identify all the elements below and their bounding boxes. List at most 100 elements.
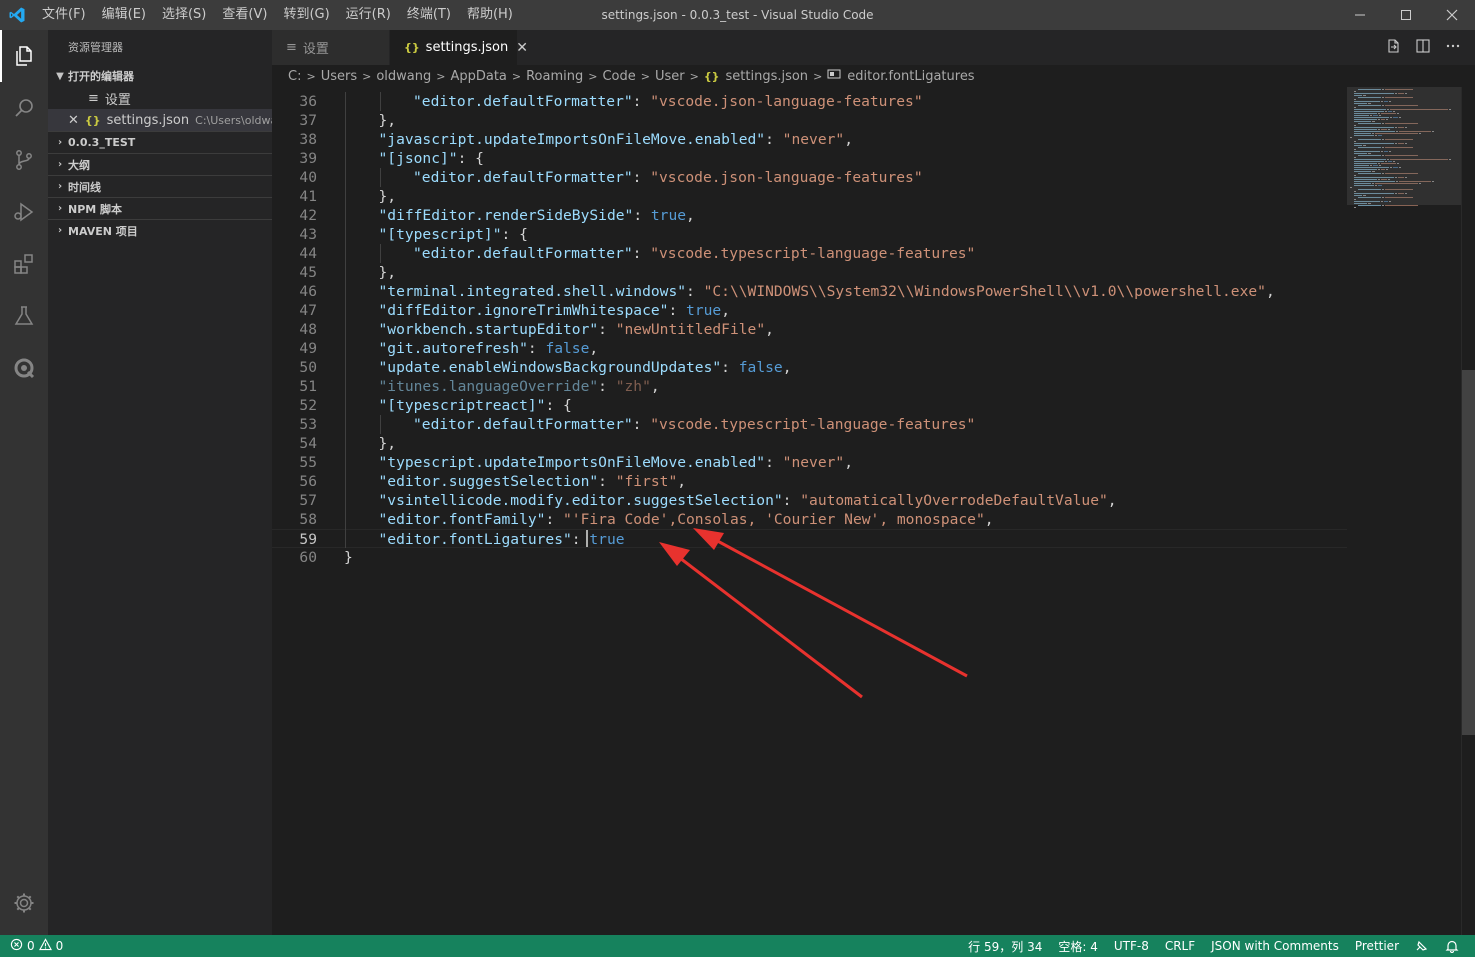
manage-settings-button[interactable] xyxy=(0,877,48,929)
close-editor-icon[interactable]: ✕ xyxy=(68,113,79,128)
feedback-button[interactable] xyxy=(1407,939,1437,953)
code-line[interactable]: 36 "editor.defaultFormatter": "vscode.jso… xyxy=(272,92,1347,111)
encoding-status[interactable]: UTF-8 xyxy=(1106,939,1157,953)
minimap-slider[interactable] xyxy=(1347,87,1461,205)
npm-scripts-section[interactable]: › NPM 脚本 xyxy=(48,197,272,219)
code-text: }, xyxy=(378,188,397,205)
close-window-button[interactable] xyxy=(1429,0,1475,30)
tab-settings-ui[interactable]: ≡ 设置 xyxy=(272,30,390,65)
ellipsis-icon xyxy=(1446,44,1460,47)
run-debug-activity-button[interactable] xyxy=(0,186,48,238)
language-mode[interactable]: JSON with Comments xyxy=(1203,939,1347,953)
breadcrumb-item[interactable]: User xyxy=(655,69,685,84)
cursor-position[interactable]: 行 59，列 34 xyxy=(960,938,1050,955)
code-text: "diffEditor.renderSideBySide": true, xyxy=(378,207,695,224)
indent-guide xyxy=(345,282,346,301)
code-line[interactable]: 37}, xyxy=(272,111,1347,130)
scrollbar-thumb[interactable] xyxy=(1462,370,1475,735)
code-line[interactable]: 58 "editor.fontFamily": "'Fira Code',Cons… xyxy=(272,510,1347,529)
code-line[interactable]: 60} xyxy=(272,548,1347,567)
explorer-activity-button[interactable] xyxy=(0,30,48,82)
maven-projects-section[interactable]: › MAVEN 项目 xyxy=(48,219,272,241)
menu-help[interactable]: 帮助(H) xyxy=(459,0,521,30)
timeline-section[interactable]: › 时间线 xyxy=(48,175,272,197)
code-line[interactable]: 40 "editor.defaultFormatter": "vscode.jso… xyxy=(272,168,1347,187)
breadcrumb-item[interactable]: oldwang xyxy=(376,69,431,84)
code-line[interactable]: 57 "vsintellicode.modify.editor.suggestSe… xyxy=(272,491,1347,510)
open-editor-settings-json[interactable]: ✕ {} settings.json C:\Users\oldwa... xyxy=(48,109,272,131)
code-line[interactable]: 45}, xyxy=(272,263,1347,282)
chevron-right-icon: › xyxy=(57,203,63,214)
code-line[interactable]: 55 "typescript.updateImportsOnFileMove.en… xyxy=(272,453,1347,472)
code-line[interactable]: 59 "editor.fontLigatures": true xyxy=(272,529,1347,548)
extensions-activity-button[interactable] xyxy=(0,238,48,290)
code-line[interactable]: 53 "editor.defaultFormatter": "vscode.typ… xyxy=(272,415,1347,434)
menu-file[interactable]: 文件(F) xyxy=(34,0,94,30)
title-bar: 文件(F) 编辑(E) 选择(S) 查看(V) 转到(G) 运行(R) 终端(T… xyxy=(0,0,1475,30)
tab-settings-json[interactable]: {} settings.json ✕ xyxy=(390,30,528,65)
menu-terminal[interactable]: 终端(T) xyxy=(399,0,459,30)
menu-go[interactable]: 转到(G) xyxy=(275,0,337,30)
chevron-right-icon: > xyxy=(813,69,823,83)
outline-section[interactable]: › 大纲 xyxy=(48,153,272,175)
code-line[interactable]: 38 "javascript.updateImportsOnFileMove.en… xyxy=(272,130,1347,149)
menu-selection[interactable]: 选择(S) xyxy=(154,0,214,30)
breadcrumb-item[interactable]: settings.json xyxy=(726,69,809,84)
sidebar-title: 资源管理器 xyxy=(68,41,123,54)
indent-guide xyxy=(345,187,346,206)
indentation-status[interactable]: 空格: 4 xyxy=(1050,938,1106,955)
quokka-activity-button[interactable] xyxy=(0,342,48,394)
split-editor-button[interactable] xyxy=(1415,38,1431,58)
menu-view[interactable]: 查看(V) xyxy=(214,0,275,30)
search-activity-button[interactable] xyxy=(0,82,48,134)
indent-guide xyxy=(345,415,346,434)
code-line[interactable]: 51 "itunes.languageOverride": "zh", xyxy=(272,377,1347,396)
line-number: 43 xyxy=(299,226,317,243)
code-text: "editor.defaultFormatter": "vscode.types… xyxy=(413,245,976,262)
close-tab-icon[interactable]: ✕ xyxy=(516,40,528,56)
breadcrumb-item[interactable]: Roaming xyxy=(526,69,583,84)
code-line[interactable]: 54}, xyxy=(272,434,1347,453)
code-line[interactable]: 50 "update.enableWindowsBackgroundUpdates… xyxy=(272,358,1347,377)
code-line[interactable]: 52 "[typescriptreact]": { xyxy=(272,396,1347,415)
tab-label: settings.json xyxy=(425,40,509,55)
testing-activity-button[interactable] xyxy=(0,290,48,342)
minimize-button[interactable] xyxy=(1337,0,1383,30)
breadcrumb-item[interactable]: editor.fontLigatures xyxy=(847,69,974,84)
indent-guide xyxy=(345,377,346,396)
code-line[interactable]: 44 "editor.defaultFormatter": "vscode.typ… xyxy=(272,244,1347,263)
section-label: 大纲 xyxy=(68,158,90,172)
code-line[interactable]: 46 "terminal.integrated.shell.windows": "… xyxy=(272,282,1347,301)
line-number: 59 xyxy=(299,531,317,548)
breadcrumb-item[interactable]: AppData xyxy=(450,69,506,84)
indent-guide xyxy=(345,206,346,225)
code-line[interactable]: 47 "diffEditor.ignoreTrimWhitespace": tru… xyxy=(272,301,1347,320)
breadcrumb-item[interactable]: C: xyxy=(288,69,301,84)
code-line[interactable]: 49 "git.autorefresh": false, xyxy=(272,339,1347,358)
menu-edit[interactable]: 编辑(E) xyxy=(94,0,154,30)
more-actions-button[interactable] xyxy=(1445,38,1461,58)
code-line[interactable]: 56 "editor.suggestSelection": "first", xyxy=(272,472,1347,491)
code-text: "editor.defaultFormatter": "vscode.types… xyxy=(413,416,976,433)
code-line[interactable]: 43 "[typescript]": { xyxy=(272,225,1347,244)
source-control-activity-button[interactable] xyxy=(0,134,48,186)
breadcrumb-item[interactable]: Code xyxy=(602,69,635,84)
menu-run[interactable]: 运行(R) xyxy=(338,0,399,30)
indent-guide xyxy=(345,472,346,491)
code-line[interactable]: 48 "workbench.startupEditor": "newUntitle… xyxy=(272,320,1347,339)
code-text: "editor.fontLigatures": true xyxy=(378,531,625,548)
breadcrumb-item[interactable]: Users xyxy=(321,69,357,84)
prettier-status[interactable]: Prettier xyxy=(1347,939,1407,953)
maximize-button[interactable] xyxy=(1383,0,1429,30)
code-line[interactable]: 39 "[jsonc]": { xyxy=(272,149,1347,168)
open-settings-ui-button[interactable] xyxy=(1385,38,1401,58)
workspace-folder-section[interactable]: › 0.0.3_TEST xyxy=(48,131,272,153)
code-line[interactable]: 42 "diffEditor.renderSideBySide": true, xyxy=(272,206,1347,225)
problems-status[interactable]: 0 0 xyxy=(0,938,63,954)
code-line[interactable]: 41}, xyxy=(272,187,1347,206)
eol-status[interactable]: CRLF xyxy=(1157,939,1203,953)
open-editor-settings-ui[interactable]: ≡ 设置 xyxy=(48,87,272,109)
notifications-button[interactable] xyxy=(1437,939,1467,953)
open-editors-section[interactable]: ▼ 打开的编辑器 xyxy=(48,65,272,87)
code-editor[interactable]: 36 "editor.defaultFormatter": "vscode.jso… xyxy=(272,87,1475,935)
